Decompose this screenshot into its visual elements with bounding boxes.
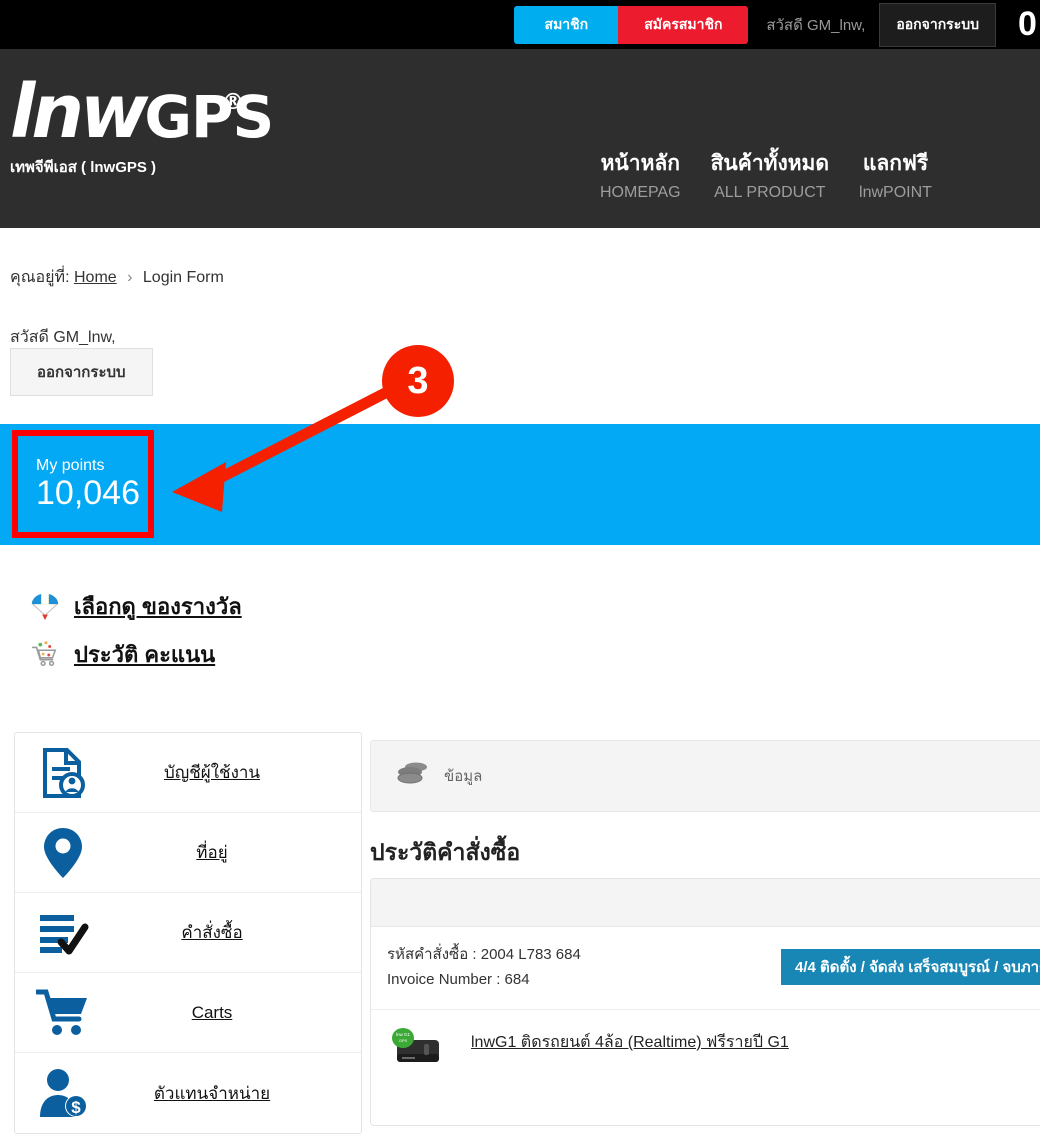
reward-link-points-history[interactable]: ประวัติ คะแนน — [22, 630, 242, 678]
nav-item-lnwpoint-en: lnwPOINT — [859, 184, 932, 202]
account-sidebar: บัญชีผู้ใช้งาน ที่อยู่ คำ — [14, 732, 362, 1134]
orders-history-title: ประวัติคำสั่งซื้อ — [370, 835, 520, 871]
document-user-icon — [15, 747, 111, 799]
my-points-box[interactable]: My points 10,046 — [12, 430, 154, 538]
order-status-badge: 4/4 ติดตั้ง / จัดส่ง เสร็จสมบูรณ์ / จบภา… — [781, 949, 1040, 985]
sidebar-item-address[interactable]: ที่อยู่ — [15, 813, 361, 893]
topbar-cut-text: 0 — [1018, 5, 1040, 44]
site-logo[interactable]: lnwGPS ® เทพจีพีเอส ( lnwGPS ) — [10, 77, 273, 179]
list-check-icon — [15, 909, 111, 957]
nav-item-lnwpoint[interactable]: แลกฟรี lnwPOINT — [859, 147, 932, 202]
dealer-person-icon: $ — [15, 1067, 111, 1119]
breadcrumb-current: Login Form — [143, 269, 224, 286]
shopping-cart-icon — [15, 988, 111, 1038]
topbar-logout-button[interactable]: ออกจากระบบ — [879, 3, 996, 47]
annotation-marker-3: 3 — [382, 345, 454, 417]
svg-text:$: $ — [71, 1098, 81, 1117]
auth-button-group: สมาชิก สมัครสมาชิก — [514, 6, 748, 44]
reward-link-points-history-label: ประวัติ คะแนน — [74, 637, 215, 672]
logo-gps-text: GPS — [144, 83, 273, 151]
logo-subtitle: เทพจีพีเอส ( lnwGPS ) — [10, 155, 273, 179]
account-greeting: สวัสดี GM_lnw, — [10, 325, 116, 350]
my-points-value: 10,046 — [36, 475, 148, 512]
parachute-icon — [22, 591, 68, 621]
sidebar-item-carts-label: Carts — [111, 1003, 361, 1023]
register-button[interactable]: สมัครสมาชิก — [618, 6, 748, 44]
order-card: รหัสคำสั่งซื้อ : 2004 L783 684 Invoice N… — [370, 878, 1040, 1126]
breadcrumb: คุณอยู่ที่: Home › Login Form — [10, 265, 224, 290]
top-utility-bar: สมาชิก สมัครสมาชิก สวัสดี GM_lnw, ออกจาก… — [0, 0, 1040, 49]
points-banner — [0, 424, 1040, 545]
sidebar-item-address-label: ที่อยู่ — [111, 839, 361, 866]
breadcrumb-separator: › — [127, 269, 132, 286]
reward-links: เลือกดู ของรางวัล ประวัติ คะแนน — [22, 582, 242, 678]
breadcrumb-home-link[interactable]: Home — [74, 269, 117, 286]
reward-link-browse-rewards-label: เลือกดู ของรางวัล — [74, 589, 242, 624]
product-thumbnail[interactable]: lnw G1 GPS — [389, 1024, 451, 1076]
info-panel[interactable]: ข้อมูล — [370, 740, 1040, 812]
nav-item-all-product-en: ALL PRODUCT — [711, 184, 829, 202]
main-navigation: หน้าหลัก HOMEPAG สินค้าทั้งหมด ALL PRODU… — [600, 147, 932, 202]
logo-mark: lnwGPS ® — [10, 77, 273, 147]
nav-item-all-product-th: สินค้าทั้งหมด — [711, 147, 829, 180]
sidebar-item-dealer-label: ตัวแทนจำหน่าย — [111, 1080, 361, 1107]
order-product-row: lnw G1 GPS lnwG1 ติดรถยนต์ 4ล้อ (Realtim… — [371, 1010, 1040, 1076]
order-product-name[interactable]: lnwG1 ติดรถยนต์ 4ล้อ (Realtime) ฟรีรายปี… — [471, 1030, 789, 1055]
topbar-greeting: สวัสดี GM_lnw, — [766, 13, 865, 37]
nav-item-lnwpoint-th: แลกฟรี — [859, 147, 932, 180]
order-meta: รหัสคำสั่งซื้อ : 2004 L783 684 Invoice N… — [371, 927, 1040, 993]
page-root: สมาชิก สมัครสมาชิก สวัสดี GM_lnw, ออกจาก… — [0, 0, 1040, 1140]
sidebar-item-account[interactable]: บัญชีผู้ใช้งาน — [15, 733, 361, 813]
info-panel-label: ข้อมูล — [444, 764, 482, 788]
member-button[interactable]: สมาชิก — [514, 6, 618, 44]
sidebar-item-dealer[interactable]: $ ตัวแทนจำหน่าย — [15, 1053, 361, 1133]
order-card-header — [371, 879, 1040, 927]
reward-link-browse-rewards[interactable]: เลือกดู ของรางวัล — [22, 582, 242, 630]
svg-text:GPS: GPS — [399, 1038, 408, 1043]
sidebar-item-carts[interactable]: Carts — [15, 973, 361, 1053]
coins-icon — [396, 759, 430, 794]
registered-trademark-icon: ® — [222, 93, 241, 114]
site-header: lnwGPS ® เทพจีพีเอส ( lnwGPS ) หน้าหลัก … — [0, 49, 1040, 228]
nav-item-homepage[interactable]: หน้าหลัก HOMEPAG — [600, 147, 681, 202]
sidebar-item-orders[interactable]: คำสั่งซื้อ — [15, 893, 361, 973]
nav-item-homepage-en: HOMEPAG — [600, 184, 681, 202]
breadcrumb-prefix: คุณอยู่ที่: — [10, 269, 70, 286]
location-pin-icon — [15, 826, 111, 880]
logo-lnw-text: lnw — [10, 69, 144, 155]
cart-icon — [22, 639, 68, 669]
nav-item-all-product[interactable]: สินค้าทั้งหมด ALL PRODUCT — [711, 147, 829, 202]
sidebar-item-account-label: บัญชีผู้ใช้งาน — [111, 759, 361, 786]
nav-item-homepage-th: หน้าหลัก — [600, 147, 681, 180]
svg-text:lnw G1: lnw G1 — [396, 1032, 411, 1037]
sidebar-item-orders-label: คำสั่งซื้อ — [111, 919, 361, 946]
logout-button[interactable]: ออกจากระบบ — [10, 348, 153, 396]
my-points-label: My points — [36, 456, 148, 475]
